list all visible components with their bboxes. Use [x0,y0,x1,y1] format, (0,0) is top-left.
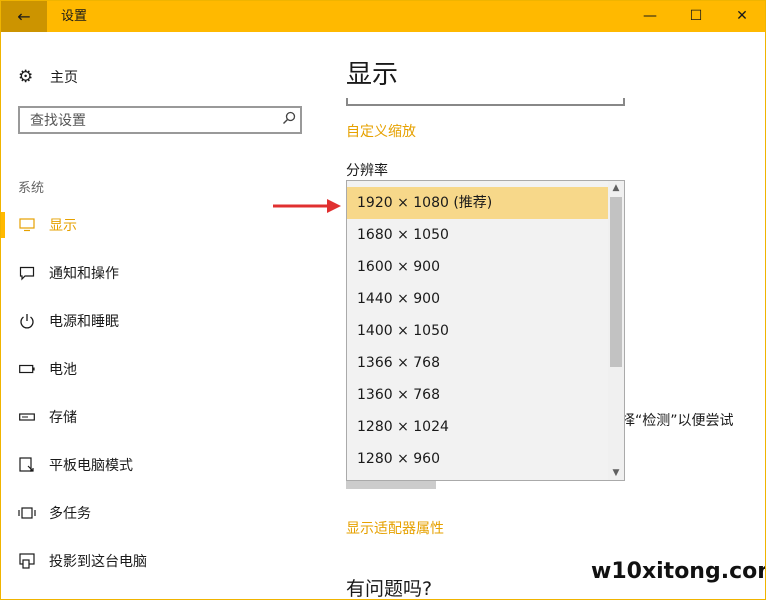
section-label-system: 系统 [18,181,45,196]
search-input[interactable] [28,111,272,131]
detect-hint-text: 择“检测”以便尝试 [621,413,734,429]
close-button[interactable]: ✕ [719,1,765,32]
storage-icon [18,408,36,426]
scroll-up-icon[interactable]: ▲ [608,181,624,195]
sidebar-item-tablet-mode[interactable]: 平板电脑模式 [1,450,321,480]
custom-scaling-link[interactable]: 自定义缩放 [346,121,416,141]
settings-window: ← 设置 — ☐ ✕ ⚙ 主页 系统 显示 [0,0,766,600]
dropdown-scrollbar[interactable]: ▲ ▼ [608,181,624,480]
sidebar: ⚙ 主页 系统 显示 通知和操作 电源和睡 [1,32,321,599]
sidebar-item-power-sleep[interactable]: 电源和睡眠 [1,306,321,336]
battery-icon [18,360,36,378]
project-icon [18,552,36,570]
sidebar-item-label: 电池 [49,362,77,378]
power-icon [18,312,36,330]
search-icon[interactable] [282,111,296,129]
scrollbar-thumb[interactable] [610,197,622,367]
resolution-option[interactable]: 1400 × 1050 [347,315,609,347]
sidebar-item-notifications[interactable]: 通知和操作 [1,258,321,288]
sidebar-item-battery[interactable]: 电池 [1,354,321,384]
tablet-icon [18,456,36,474]
monitor-icon [18,216,36,234]
home-label: 主页 [50,70,78,86]
sidebar-item-project-to-pc[interactable]: 投影到这台电脑 [1,546,321,576]
search-box [18,106,302,134]
main-content: 显示 自定义缩放 分辨率 择“检测”以便尝试 1920 × 1080 (推荐) … [321,32,765,599]
resolution-option[interactable]: 1920 × 1080 (推荐) [347,187,609,219]
notification-icon [18,264,36,282]
page-title: 显示 [346,60,399,90]
detect-button-behind [346,481,436,489]
resolution-option[interactable]: 1360 × 768 [347,379,609,411]
scale-slider-bottom-edge [346,98,625,106]
sidebar-item-label: 平板电脑模式 [49,458,133,474]
sidebar-item-label: 多任务 [49,506,91,522]
back-button[interactable]: ← [1,1,47,32]
sidebar-item-label: 存储 [49,410,77,426]
resolution-option[interactable]: 1680 × 1050 [347,219,609,251]
sidebar-item-multitasking[interactable]: 多任务 [1,498,321,528]
window-title: 设置 [61,9,88,24]
active-indicator [1,212,5,238]
resolution-label: 分辨率 [346,163,388,179]
minimize-button[interactable]: — [627,1,673,32]
sidebar-item-label: 投影到这台电脑 [49,554,147,570]
sidebar-item-label: 显示 [49,218,77,234]
multitask-icon [18,504,36,522]
resolution-dropdown-list[interactable]: 1920 × 1080 (推荐) 1680 × 1050 1600 × 900 … [346,180,625,481]
display-adapter-properties-link[interactable]: 显示适配器属性 [346,518,444,538]
scroll-down-icon[interactable]: ▼ [608,466,624,480]
sidebar-item-storage[interactable]: 存储 [1,402,321,432]
resolution-option[interactable]: 1440 × 900 [347,283,609,315]
resolution-option[interactable]: 1600 × 900 [347,251,609,283]
sidebar-item-label: 通知和操作 [49,266,119,282]
resolution-option[interactable]: 1280 × 960 [347,443,609,475]
resolution-option[interactable]: 1366 × 768 [347,347,609,379]
watermark: w10xitong.com [591,559,766,584]
title-bar: ← 设置 — ☐ ✕ [1,1,765,32]
question-heading: 有问题吗? [346,578,433,600]
back-arrow-icon: ← [17,7,31,26]
maximize-button[interactable]: ☐ [673,1,719,32]
home-nav-item[interactable]: ⚙ 主页 [18,65,78,89]
gear-icon: ⚙ [18,67,34,87]
red-arrow-annotation-icon [273,199,341,213]
resolution-option[interactable]: 1280 × 1024 [347,411,609,443]
sidebar-item-label: 电源和睡眠 [49,314,119,330]
